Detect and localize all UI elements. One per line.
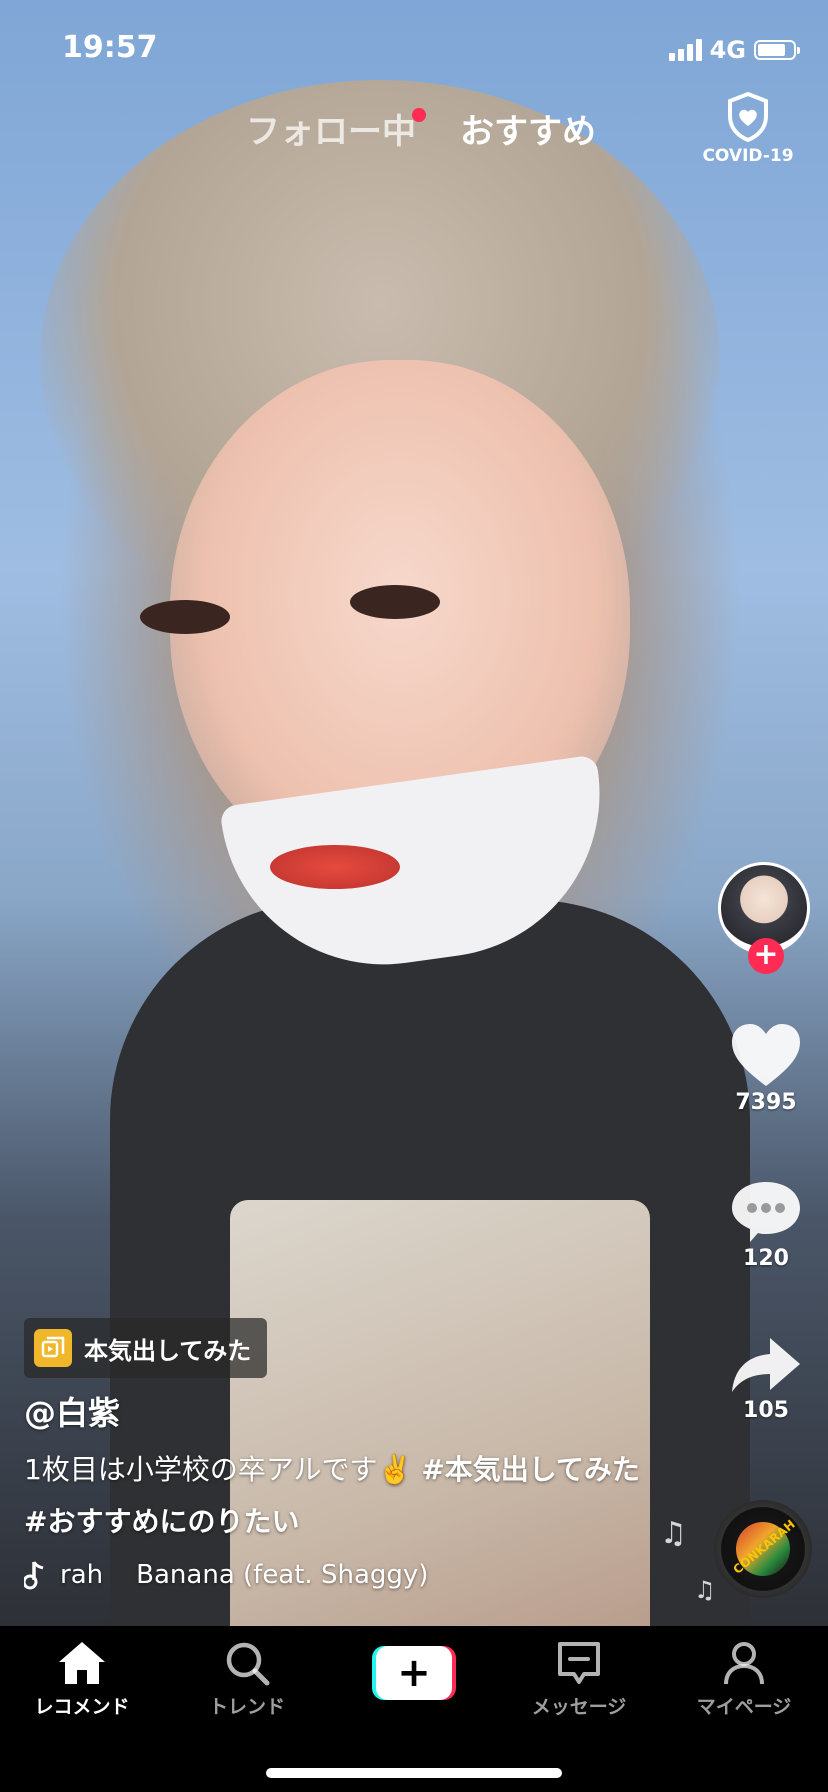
tab-following-label: フォロー中 <box>246 112 416 152</box>
feed-tabs: フォロー中 おすすめ <box>246 104 596 153</box>
music-note-icon <box>24 1561 44 1590</box>
profile-icon <box>724 1642 764 1685</box>
shield-icon <box>728 92 768 142</box>
video-player[interactable] <box>0 0 828 1626</box>
home-icon <box>59 1642 105 1684</box>
battery-icon <box>754 40 800 60</box>
like-count: 7395 <box>735 1090 797 1115</box>
playlist-label: 本気出してみた <box>84 1336 252 1365</box>
tab-following[interactable]: フォロー中 <box>246 104 426 153</box>
share-count: 105 <box>743 1398 789 1423</box>
follow-button[interactable]: + <box>748 938 784 974</box>
message-icon <box>558 1642 600 1684</box>
video-eye-right <box>350 585 440 619</box>
covid-button[interactable]: COVID-19 <box>698 92 798 166</box>
nav-discover-label: トレンド <box>208 1696 285 1718</box>
comment-count: 120 <box>743 1246 789 1271</box>
home-indicator[interactable] <box>266 1768 562 1778</box>
music-title: rah Banana (feat. Shaggy) <box>60 1560 429 1590</box>
status-time: 19:57 <box>62 30 158 65</box>
nav-profile-label: マイページ <box>696 1696 792 1718</box>
hashtag-link[interactable]: #おすすめにのりたい <box>24 1505 299 1538</box>
caption-text: 1枚目は小学校の卒アルです✌️ <box>24 1453 422 1486</box>
signal-icon <box>668 39 702 61</box>
post-caption[interactable]: 1枚目は小学校の卒アルです✌️ #本気出してみた #おすすめにのりたい <box>24 1444 654 1548</box>
nav-home[interactable]: レコメンド <box>17 1640 147 1719</box>
music-disc[interactable]: CONKARAH <box>714 1500 812 1598</box>
nav-discover[interactable]: トレンド <box>182 1640 312 1719</box>
nav-inbox[interactable]: メッセージ <box>514 1640 644 1719</box>
playlist-icon <box>34 1329 72 1367</box>
music-note-icon: ♫ <box>660 1516 687 1551</box>
create-button[interactable]: + <box>372 1646 456 1700</box>
video-eye-left <box>140 600 230 634</box>
music-note-icon: ♫ <box>694 1576 716 1604</box>
search-icon <box>226 1642 270 1686</box>
nav-profile[interactable]: マイページ <box>679 1640 809 1719</box>
heart-icon <box>732 1024 800 1086</box>
music-info[interactable]: rah Banana (feat. Shaggy) <box>24 1560 428 1590</box>
comment-button[interactable]: 120 <box>718 1178 814 1271</box>
playlist-chip[interactable]: 本気出してみた <box>24 1318 268 1378</box>
creator-avatar[interactable]: + <box>718 862 814 974</box>
share-icon <box>732 1338 800 1392</box>
nav-home-label: レコメンド <box>34 1696 130 1718</box>
covid-label: COVID-19 <box>702 146 794 166</box>
network-type: 4G <box>709 36 746 64</box>
create-icon: + <box>376 1646 452 1700</box>
tab-recommended[interactable]: おすすめ <box>460 104 596 153</box>
share-button[interactable]: 105 <box>718 1334 814 1423</box>
notification-dot <box>412 108 426 122</box>
status-indicators: 4G <box>668 36 800 64</box>
creator-username[interactable]: @白紫 <box>24 1388 120 1434</box>
video-lips <box>270 845 400 889</box>
nav-inbox-label: メッセージ <box>531 1696 627 1718</box>
hashtag-link[interactable]: #本気出してみた <box>421 1453 640 1486</box>
comment-icon <box>732 1182 800 1242</box>
like-button[interactable]: 7395 <box>718 1022 814 1115</box>
